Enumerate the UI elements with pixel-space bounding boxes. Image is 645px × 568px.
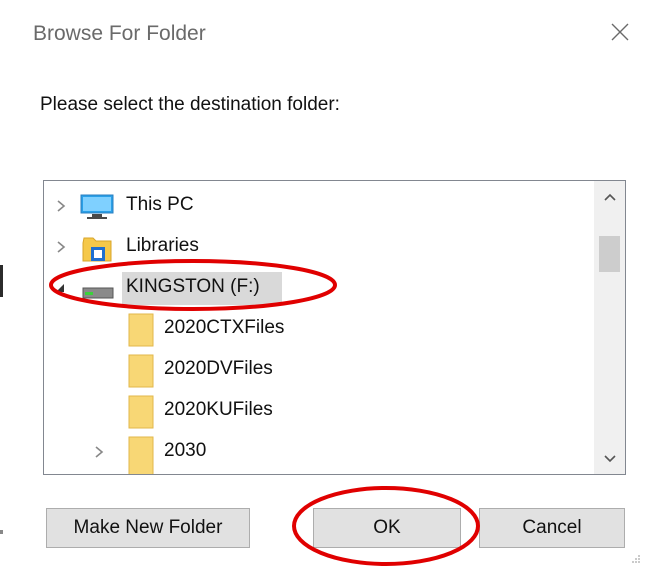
folder-icon xyxy=(128,313,154,352)
drive-icon xyxy=(82,286,114,305)
expand-chevron-icon[interactable] xyxy=(52,237,70,257)
expand-chevron-icon[interactable] xyxy=(52,196,70,216)
window-edge-mark xyxy=(0,530,3,534)
tree-item-label: 2030 xyxy=(164,440,207,461)
scrollbar-thumb[interactable] xyxy=(599,236,620,272)
libraries-icon xyxy=(82,233,112,268)
chevron-up-icon xyxy=(603,193,616,201)
folder-icon xyxy=(128,436,154,474)
tree-item-label: 2020CTXFiles xyxy=(164,317,285,338)
this-pc-icon xyxy=(80,194,114,225)
ok-button[interactable]: OK xyxy=(313,508,461,548)
collapse-chevron-icon[interactable] xyxy=(50,278,68,298)
scroll-down-button[interactable] xyxy=(594,443,625,474)
tree-item-label: 2020DVFiles xyxy=(164,358,273,379)
tree-item-2020ctxfiles[interactable]: 2020CTXFiles xyxy=(44,309,584,350)
folder-tree[interactable]: This PC Libraries KINGSTON (F:) 2020CTXF… xyxy=(43,180,626,475)
make-new-folder-button[interactable]: Make New Folder xyxy=(46,508,250,548)
folder-icon xyxy=(128,395,154,434)
tree-item-2030[interactable]: 2030 xyxy=(44,432,584,474)
browse-for-folder-dialog: Browse For Folder Please select the dest… xyxy=(0,0,645,568)
tree-item-kingston-drive[interactable]: KINGSTON (F:) xyxy=(44,268,584,309)
close-button[interactable] xyxy=(603,14,637,50)
scroll-up-button[interactable] xyxy=(594,181,625,212)
prompt-text: Please select the destination folder: xyxy=(40,94,340,115)
tree-item-label: 2020KUFiles xyxy=(164,399,273,420)
tree-item-label: KINGSTON (F:) xyxy=(126,276,260,297)
vertical-scrollbar[interactable] xyxy=(594,181,625,474)
tree-item-2020kufiles[interactable]: 2020KUFiles xyxy=(44,391,584,432)
tree-item-label: This PC xyxy=(126,194,194,215)
expand-chevron-icon[interactable] xyxy=(90,442,108,462)
tree-item-label: Libraries xyxy=(126,235,199,256)
folder-icon xyxy=(128,354,154,393)
dialog-title: Browse For Folder xyxy=(33,22,206,45)
tree-item-2020dvfiles[interactable]: 2020DVFiles xyxy=(44,350,584,391)
tree-item-this-pc[interactable]: This PC xyxy=(44,186,584,227)
resize-grip-icon[interactable] xyxy=(631,554,641,564)
cancel-button[interactable]: Cancel xyxy=(479,508,625,548)
close-icon xyxy=(611,23,629,41)
window-edge-mark xyxy=(0,265,3,297)
chevron-down-icon xyxy=(603,454,616,462)
tree-item-libraries[interactable]: Libraries xyxy=(44,227,584,268)
